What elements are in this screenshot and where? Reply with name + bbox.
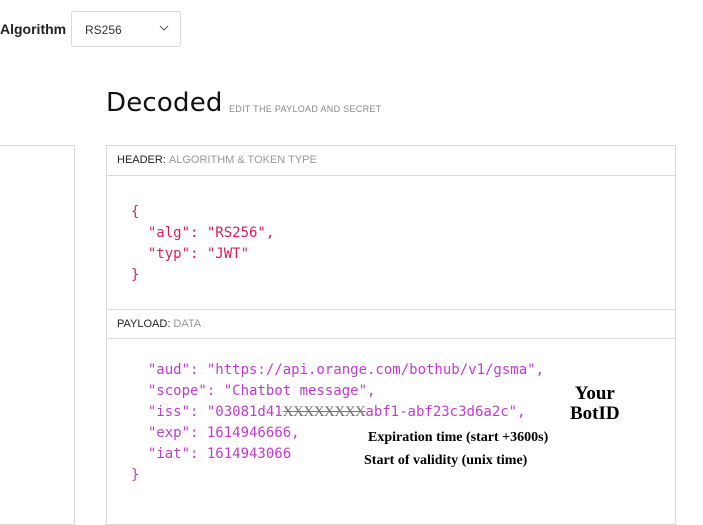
code-line: "alg": "RS256", [131,225,275,241]
botid-annotation: Your BotID [570,384,620,424]
botid-annotation-line1: Your [574,383,615,404]
botid-annotation-line2: BotID [570,403,620,424]
code-line: "typ": "JWT" [131,246,250,262]
chevron-down-icon [159,25,169,31]
algorithm-select-value: RS256 [85,23,122,37]
code-line: { [131,204,140,220]
iss-suffix: abf1-abf23c3d6a2c", [365,404,526,420]
payload-section-head: PAYLOAD: DATA [107,309,675,339]
code-line: "iat": 1614943066 [131,446,292,462]
payload-label: PAYLOAD: [117,318,171,330]
decoded-panel: HEADER: ALGORITHM & TOKEN TYPE { "alg": "… [106,145,676,525]
redacted-botid: XXXXXXXX [282,404,366,420]
algorithm-select[interactable]: RS256 [71,11,181,47]
code-line: "exp": 1614946666, [131,425,300,441]
header-sublabel: ALGORITHM & TOKEN TYPE [168,154,317,166]
decoded-title: Decoded [106,88,223,118]
header-label: HEADER: [117,154,166,166]
decoded-subtitle: EDIT THE PAYLOAD AND SECRET [229,104,382,114]
iat-annotation: Start of validity (unix time) [364,453,528,468]
algorithm-label: Algorithm [0,21,67,37]
code-line-iss: "iss": "03081d41XXXXXXXXabf1-abf23c3d6a2… [131,404,526,420]
encoded-panel[interactable] [0,145,75,525]
header-section-head: HEADER: ALGORITHM & TOKEN TYPE [107,146,675,176]
code-line: } [131,467,140,483]
iss-prefix: "iss": "03081d41 [131,404,283,420]
code-line: "aud": "https://api.orange.com/bothub/v1… [131,362,545,378]
header-editor[interactable]: { "alg": "RS256", "typ": "JWT" } [131,202,274,286]
exp-annotation: Expiration time (start +3600s) [368,430,549,445]
payload-sublabel: DATA [173,318,202,330]
code-line: "scope": "Chatbot message", [131,383,376,399]
code-line: } [131,267,140,283]
